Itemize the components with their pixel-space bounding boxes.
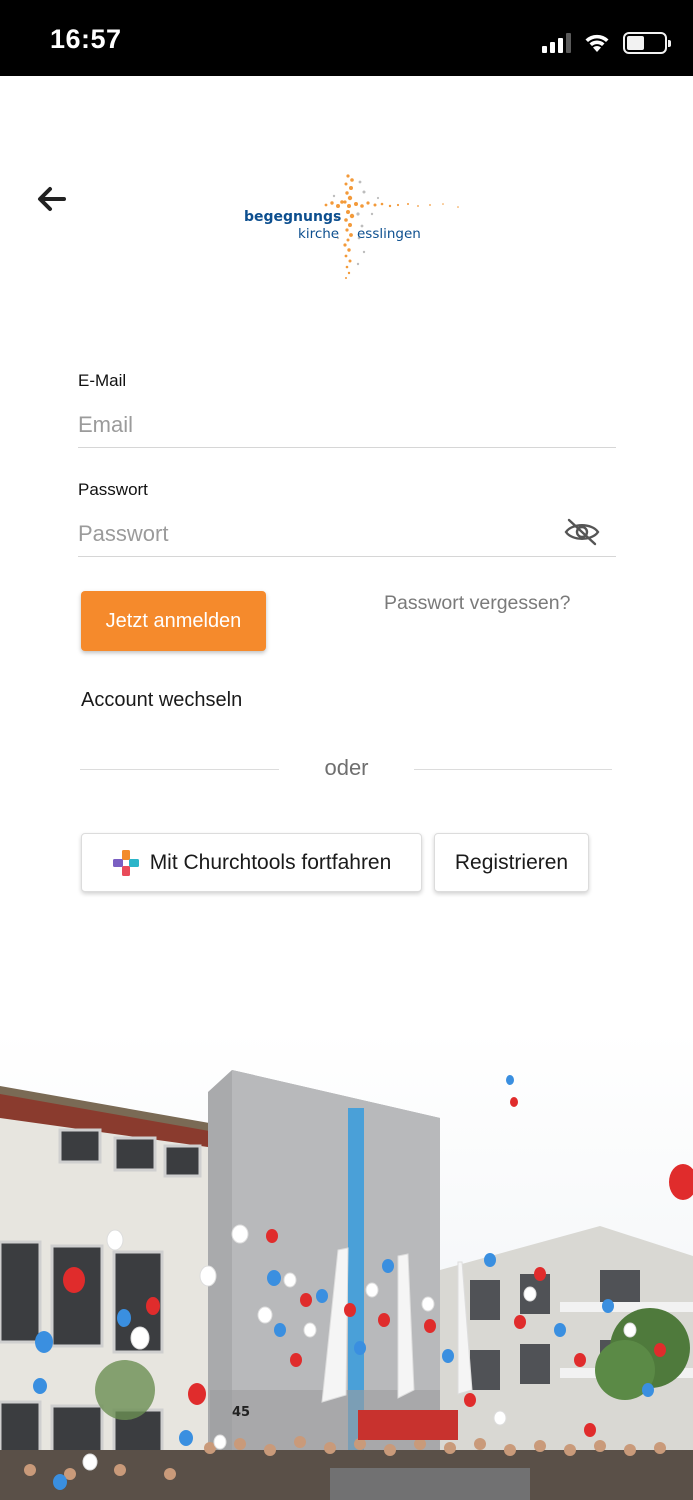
signal-icon: [542, 33, 571, 53]
building-number: 45: [232, 1405, 250, 1420]
password-visibility-toggle[interactable]: [562, 514, 602, 550]
divider-label: oder: [324, 755, 369, 780]
switch-account-link[interactable]: Account wechseln: [81, 689, 242, 712]
battery-icon: [623, 32, 671, 54]
logo-word-esslingen: esslingen: [357, 226, 421, 242]
email-label: E-Mail: [78, 371, 127, 390]
church-logo: begegnungs kirche esslingen: [238, 168, 468, 288]
forgot-password-link[interactable]: Passwort vergessen?: [384, 592, 570, 615]
churchtools-login-button[interactable]: Mit Churchtools fortfahren: [81, 833, 422, 892]
churchtools-button-label: Mit Churchtools fortfahren: [149, 850, 392, 874]
wifi-icon: [585, 34, 609, 52]
churchtools-logo-icon: [112, 849, 139, 876]
login-button[interactable]: Jetzt anmelden: [81, 591, 266, 651]
cross-logo-icon: [324, 174, 459, 279]
back-button[interactable]: [30, 178, 72, 220]
church-building-balloons-photo: 45: [0, 1030, 693, 1500]
register-button[interactable]: Registrieren: [434, 833, 589, 892]
logo-word-begegnungs: begegnungs: [244, 209, 342, 225]
status-bar: 16:57: [0, 0, 693, 76]
register-button-label: Registrieren: [454, 850, 569, 874]
logo-word-kirche: kirche: [298, 226, 340, 242]
status-icons: [542, 30, 671, 56]
arrow-left-icon: [38, 187, 66, 211]
password-label: Passwort: [78, 480, 148, 499]
status-time: 16:57: [50, 24, 122, 54]
eye-slash-icon: [564, 518, 600, 546]
email-field[interactable]: [78, 402, 616, 448]
password-field[interactable]: [78, 511, 616, 557]
divider-line-right: [414, 769, 612, 770]
